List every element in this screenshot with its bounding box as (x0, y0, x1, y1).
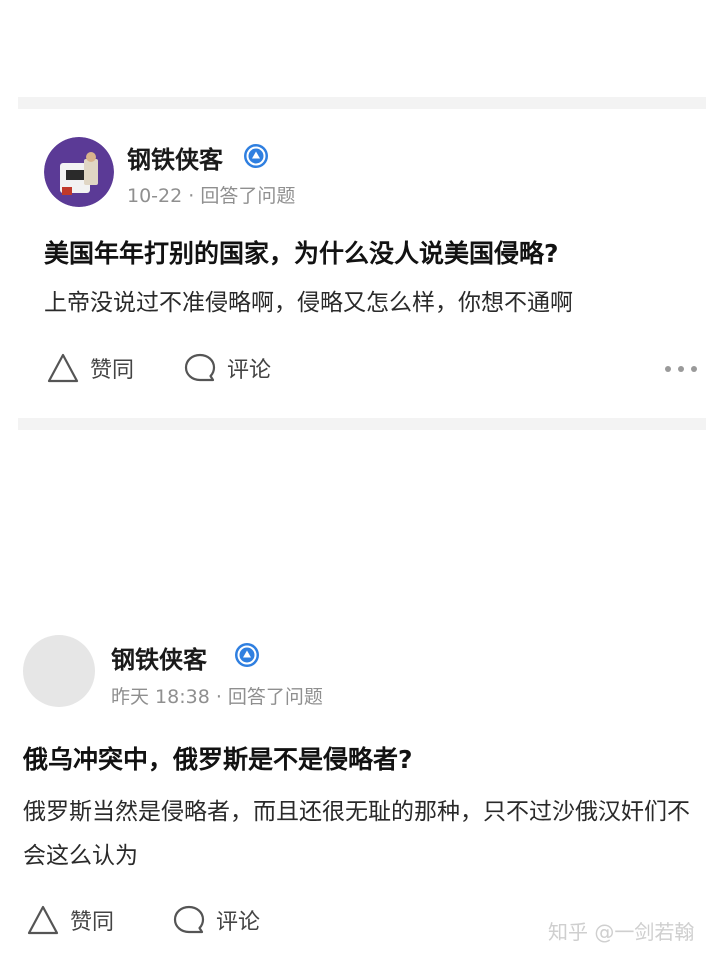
avatar[interactable] (44, 137, 114, 207)
answer-excerpt[interactable]: 上帝没说过不准侵略啊，侵略又怎么样，你想不通啊 (44, 281, 684, 325)
verified-badge-icon (235, 643, 259, 667)
comment-bubble-icon (184, 353, 216, 382)
comment-label: 评论 (227, 358, 272, 383)
question-title[interactable]: 美国年年打别的国家，为什么没人说美国侵略? (44, 234, 559, 270)
avatar-image (44, 137, 114, 207)
watermark: 知乎 @一剑若翰 (548, 920, 695, 944)
section-separator (18, 97, 706, 109)
question-title[interactable]: 俄乌冲突中，俄罗斯是不是侵略者? (23, 740, 413, 776)
verified-badge-icon (244, 144, 268, 168)
more-dots-icon[interactable] (665, 366, 697, 372)
comment-bubble-icon (173, 905, 205, 934)
upvote-button[interactable]: 赞同 (26, 904, 114, 936)
author-name[interactable]: 钢铁侠客 (127, 140, 223, 175)
avatar[interactable] (23, 635, 95, 707)
post-meta: 昨天 18:38 · 回答了问题 (111, 686, 323, 708)
answer-excerpt[interactable]: 俄罗斯当然是侵略者，而且还很无耻的那种，只不过沙俄汉奸们不会这么认为 (23, 790, 703, 878)
author-name[interactable]: 钢铁侠客 (111, 640, 207, 675)
section-separator (18, 418, 706, 430)
upvote-triangle-icon (27, 905, 59, 935)
post-meta: 10-22 · 回答了问题 (127, 185, 296, 207)
upvote-label: 赞同 (70, 910, 115, 935)
comment-button[interactable]: 评论 (183, 352, 271, 384)
upvote-button[interactable]: 赞同 (46, 352, 134, 384)
upvote-triangle-icon (47, 353, 79, 383)
comment-button[interactable]: 评论 (172, 904, 260, 936)
comment-label: 评论 (216, 910, 261, 935)
upvote-label: 赞同 (90, 358, 135, 383)
